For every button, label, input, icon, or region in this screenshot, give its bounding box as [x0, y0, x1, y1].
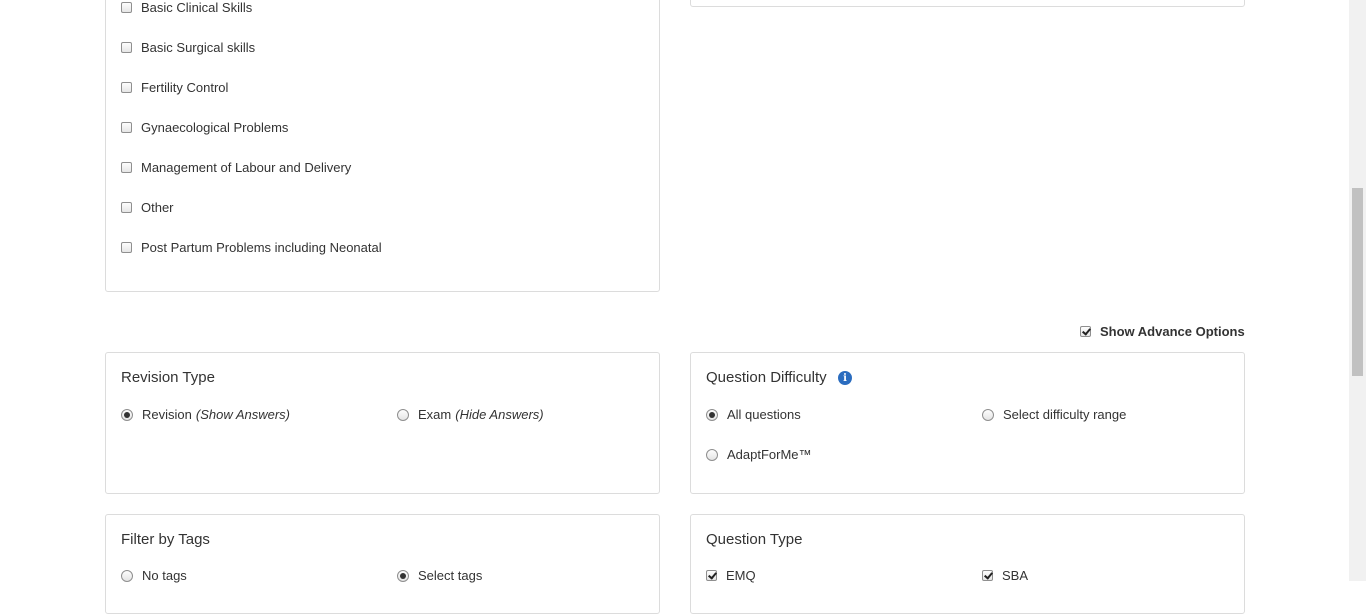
- radio[interactable]: [397, 569, 409, 582]
- revision-type-panel: Revision Type Revision (Show Answers) Ex…: [105, 352, 660, 494]
- radio[interactable]: [706, 408, 718, 421]
- radio[interactable]: [397, 408, 409, 421]
- topic-checkbox-basic-surgical-skills[interactable]: Basic Surgical skills: [121, 40, 255, 55]
- checkbox[interactable]: [121, 42, 132, 53]
- radio[interactable]: [706, 448, 718, 461]
- option-label: All questions: [727, 407, 801, 422]
- topic-checkbox-post-partum[interactable]: Post Partum Problems including Neonatal: [121, 240, 382, 255]
- difficulty-range-radio[interactable]: Select difficulty range: [982, 407, 1126, 422]
- revision-type-title: Revision Type: [121, 369, 215, 386]
- question-type-panel: Question Type EMQ SBA: [690, 514, 1245, 614]
- checkbox[interactable]: [121, 202, 132, 213]
- checkbox[interactable]: [982, 570, 993, 581]
- info-icon[interactable]: i: [838, 371, 852, 385]
- checkbox[interactable]: [121, 82, 132, 93]
- topic-checkbox-other[interactable]: Other: [121, 200, 174, 215]
- topics-panel: Basic Clinical Skills Basic Surgical ski…: [105, 0, 660, 292]
- topic-label: Management of Labour and Delivery: [141, 160, 352, 175]
- exam-radio[interactable]: Exam (Hide Answers): [397, 407, 544, 422]
- filter-by-tags-title: Filter by Tags: [121, 531, 210, 548]
- filter-by-tags-panel: Filter by Tags No tags Select tags: [105, 514, 660, 614]
- option-label: Exam: [418, 407, 452, 422]
- topic-checkbox-fertility-control[interactable]: Fertility Control: [121, 80, 228, 95]
- topic-checkbox-gynaecological-problems[interactable]: Gynaecological Problems: [121, 120, 288, 135]
- question-type-title: Question Type: [706, 531, 803, 548]
- radio[interactable]: [121, 569, 133, 582]
- radio[interactable]: [982, 408, 994, 421]
- topic-label: Basic Surgical skills: [141, 40, 256, 55]
- question-difficulty-title: Question Difficulty: [706, 369, 827, 386]
- scrollbar-thumb[interactable]: [1352, 188, 1363, 376]
- checkbox[interactable]: [706, 570, 717, 581]
- checkbox[interactable]: [121, 242, 132, 253]
- topic-checkbox-basic-clinical-skills[interactable]: Basic Clinical Skills: [121, 0, 252, 15]
- option-label: Select difficulty range: [1003, 407, 1127, 422]
- topic-label: Basic Clinical Skills: [141, 0, 253, 15]
- topic-checkbox-management-of-labour[interactable]: Management of Labour and Delivery: [121, 160, 351, 175]
- adaptforme-radio[interactable]: AdaptForMe™: [706, 447, 812, 462]
- option-hint: (Hide Answers): [455, 407, 544, 422]
- checkbox[interactable]: [121, 2, 132, 13]
- all-questions-radio[interactable]: All questions: [706, 407, 801, 422]
- checkbox[interactable]: [1080, 326, 1091, 337]
- right-top-panel: [690, 0, 1245, 7]
- revision-radio[interactable]: Revision (Show Answers): [121, 407, 290, 422]
- checkbox[interactable]: [121, 162, 132, 173]
- question-difficulty-panel: Question Difficulty i All questions Sele…: [690, 352, 1245, 494]
- topic-label: Post Partum Problems including Neonatal: [141, 240, 382, 255]
- option-hint: (Show Answers): [195, 407, 291, 422]
- option-label: Revision: [142, 407, 192, 422]
- show-advance-options-label: Show Advance Options: [1100, 324, 1245, 339]
- option-label: AdaptForMe™: [727, 447, 812, 462]
- vertical-scrollbar[interactable]: [1349, 0, 1366, 581]
- radio[interactable]: [121, 408, 133, 421]
- topic-label: Other: [141, 200, 174, 215]
- topic-label: Fertility Control: [141, 80, 229, 95]
- topic-label: Gynaecological Problems: [141, 120, 289, 135]
- show-advance-options-toggle[interactable]: Show Advance Options: [1080, 324, 1245, 339]
- checkbox[interactable]: [121, 122, 132, 133]
